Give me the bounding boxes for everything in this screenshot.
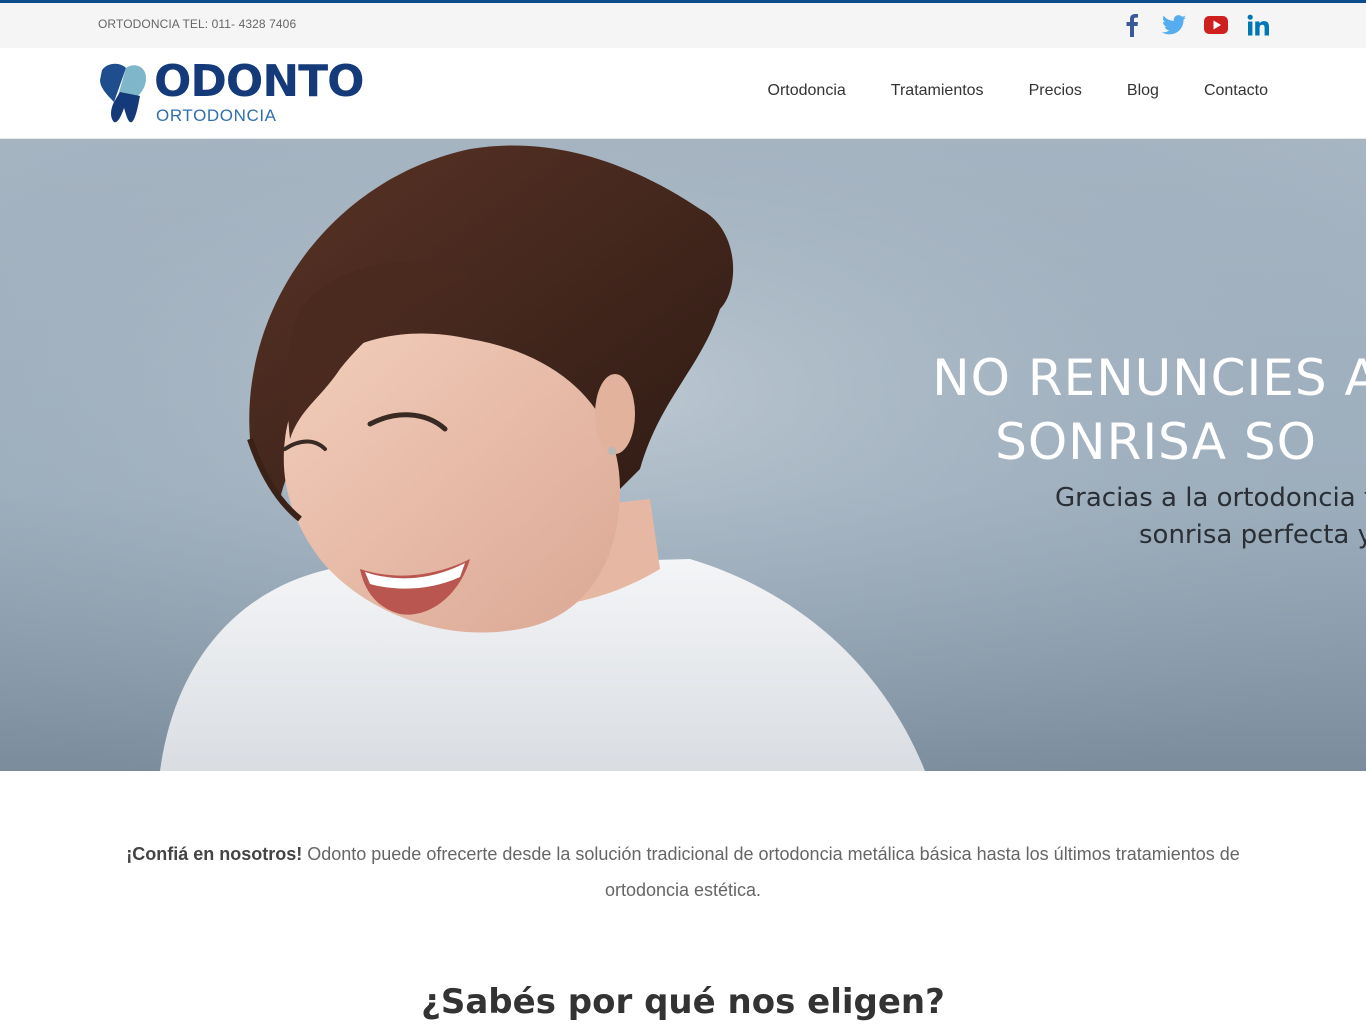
facebook-icon[interactable] (1120, 13, 1144, 37)
hero-subtitle-line1: Gracias a la ortodoncia t (1055, 483, 1366, 513)
hero-title-line1: NO RENUNCIES A (932, 349, 1366, 407)
social-links (1120, 13, 1270, 37)
hero-title-line2: SONRISA SO (995, 413, 1317, 471)
youtube-icon[interactable] (1204, 13, 1228, 37)
nav-contacto[interactable]: Contacto (1204, 82, 1268, 100)
main-nav: Ortodoncia Tratamientos Precios Blog Con… (768, 82, 1268, 100)
site-header: ODONTO ORTODONCIA Ortodoncia Tratamiento… (0, 48, 1366, 139)
site-logo[interactable]: ODONTO ORTODONCIA (96, 56, 366, 128)
phone-text: ORTODONCIA TEL: 011- 4328 7406 (98, 17, 297, 31)
nav-blog[interactable]: Blog (1127, 82, 1159, 100)
logo-subtitle: ORTODONCIA (156, 106, 277, 125)
section-heading: ¿Sabés por qué nos eligen? (421, 982, 945, 1022)
linkedin-icon[interactable] (1246, 13, 1270, 37)
top-bar: ORTODONCIA TEL: 011- 4328 7406 (0, 3, 1366, 48)
nav-tratamientos[interactable]: Tratamientos (891, 82, 984, 100)
tooth-logo-icon (100, 63, 146, 123)
hero-banner: NO RENUNCIES A SONRISA SO Gracias a la o… (0, 139, 1366, 771)
twitter-icon[interactable] (1162, 13, 1186, 37)
hero-subtitle-line2: sonrisa perfecta y (1139, 520, 1366, 550)
logo-wordmark: ODONTO (154, 56, 365, 107)
intro-text: Odonto puede ofrecerte desde la solución… (302, 844, 1240, 900)
nav-precios[interactable]: Precios (1029, 82, 1082, 100)
intro-paragraph: ¡Confiá en nosotros! Odonto puede ofrece… (98, 836, 1268, 908)
intro-bold: ¡Confiá en nosotros! (126, 844, 303, 864)
nav-ortodoncia[interactable]: Ortodoncia (768, 82, 846, 100)
